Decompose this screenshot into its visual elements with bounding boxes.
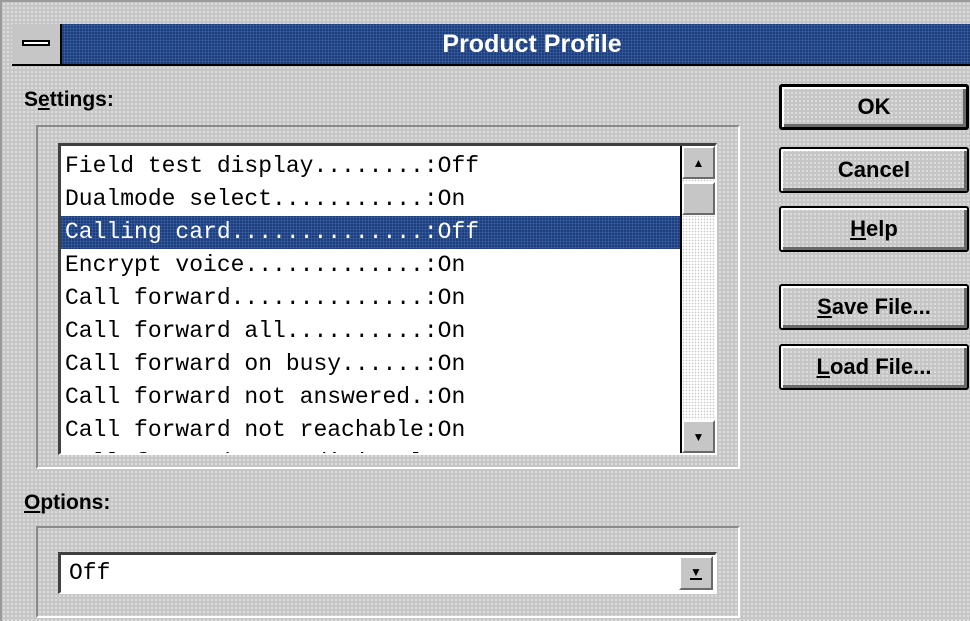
options-value: Off (69, 560, 111, 586)
dropdown-button[interactable]: ▼ (679, 556, 713, 590)
settings-list-item[interactable]: Call forward not answered.:On (65, 381, 675, 414)
options-label: Options: (24, 491, 111, 514)
save-file-button-label: Save File... (817, 294, 931, 319)
settings-label: Settings: (24, 88, 114, 111)
settings-list-item[interactable]: Call forward..............:On (65, 282, 675, 315)
settings-list-item[interactable]: Calling card..............:Off (61, 216, 681, 249)
scroll-thumb[interactable] (682, 182, 715, 215)
cancel-button[interactable]: Cancel (779, 147, 969, 193)
product-profile-dialog: Product Profile Settings: Field test dis… (0, 0, 970, 621)
scroll-up-button[interactable]: ▲ (682, 146, 715, 179)
system-menu-icon (22, 40, 50, 46)
help-button-label: Help (850, 216, 898, 241)
title-bar: Product Profile (12, 24, 970, 66)
system-menu-button[interactable] (12, 24, 62, 64)
arrow-up-icon: ▲ (692, 155, 705, 170)
load-file-button[interactable]: Load File... (779, 344, 969, 390)
settings-scrollbar[interactable]: ▲ ▼ (680, 146, 715, 453)
settings-list-item[interactable]: Call forward all..........:On (65, 315, 675, 348)
help-button[interactable]: Help (779, 206, 969, 252)
settings-list-item[interactable]: Dualmode select...........:On (65, 183, 675, 216)
cancel-button-label: Cancel (837, 157, 911, 182)
ok-button-label: OK (857, 94, 891, 119)
settings-list-item[interactable]: Call forward unconditional:On (65, 447, 675, 453)
settings-list-item[interactable]: Call forward on busy......:On (65, 348, 675, 381)
settings-list-item[interactable]: Call forward not reachable:On (65, 414, 675, 447)
arrow-down-icon: ▼ (692, 429, 705, 444)
window-title: Product Profile (442, 30, 622, 58)
save-file-button[interactable]: Save File... (779, 284, 969, 330)
settings-list-item[interactable]: Field test display........:Off (65, 150, 675, 183)
chevron-down-icon: ▼ (690, 565, 702, 580)
load-file-button-label: Load File... (816, 354, 932, 379)
settings-listbox[interactable]: Field test display........:Off Dualmode s… (58, 143, 717, 455)
options-dropdown[interactable]: Off ▼ (58, 552, 717, 594)
scroll-down-button[interactable]: ▼ (682, 420, 715, 453)
ok-button[interactable]: OK (779, 84, 969, 130)
settings-list-item[interactable]: Encrypt voice.............:On (65, 249, 675, 282)
